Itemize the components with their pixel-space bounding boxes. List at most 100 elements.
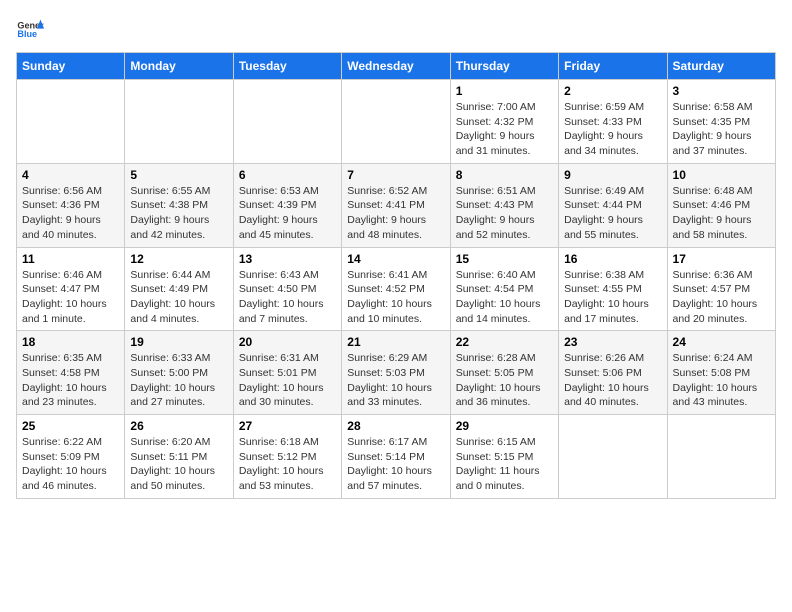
day-info: Sunrise: 6:31 AMSunset: 5:01 PMDaylight:…: [239, 351, 336, 410]
calendar-week-4: 18 Sunrise: 6:35 AMSunset: 4:58 PMDayligh…: [17, 331, 776, 415]
day-info: Sunrise: 6:46 AMSunset: 4:47 PMDaylight:…: [22, 268, 119, 327]
calendar-cell: 20 Sunrise: 6:31 AMSunset: 5:01 PMDayligh…: [233, 331, 341, 415]
day-info: Sunrise: 6:40 AMSunset: 4:54 PMDaylight:…: [456, 268, 553, 327]
svg-text:Blue: Blue: [17, 29, 37, 39]
day-info: Sunrise: 6:26 AMSunset: 5:06 PMDaylight:…: [564, 351, 661, 410]
calendar-cell: [667, 415, 775, 499]
weekday-header-saturday: Saturday: [667, 53, 775, 80]
day-info: Sunrise: 6:28 AMSunset: 5:05 PMDaylight:…: [456, 351, 553, 410]
calendar-week-3: 11Sunrise: 6:46 AMSunset: 4:47 PMDayligh…: [17, 247, 776, 331]
calendar-cell: 1Sunrise: 7:00 AMSunset: 4:32 PMDaylight…: [450, 80, 558, 164]
day-number: 28: [347, 419, 444, 433]
logo-icon: General Blue: [16, 16, 44, 44]
day-info: Sunrise: 6:33 AMSunset: 5:00 PMDaylight:…: [130, 351, 227, 410]
calendar-cell: 27 Sunrise: 6:18 AMSunset: 5:12 PMDayligh…: [233, 415, 341, 499]
calendar-cell: 19 Sunrise: 6:33 AMSunset: 5:00 PMDayligh…: [125, 331, 233, 415]
day-info: Sunrise: 6:51 AMSunset: 4:43 PMDaylight:…: [456, 184, 553, 243]
calendar-cell: [233, 80, 341, 164]
day-info: Sunrise: 6:58 AMSunset: 4:35 PMDaylight:…: [673, 100, 770, 159]
day-number: 24: [673, 335, 770, 349]
day-number: 1: [456, 84, 553, 98]
day-number: 27: [239, 419, 336, 433]
day-info: Sunrise: 6:22 AMSunset: 5:09 PMDaylight:…: [22, 435, 119, 494]
calendar-cell: 15 Sunrise: 6:40 AMSunset: 4:54 PMDayligh…: [450, 247, 558, 331]
day-info: Sunrise: 6:59 AMSunset: 4:33 PMDaylight:…: [564, 100, 661, 159]
day-number: 3: [673, 84, 770, 98]
day-number: 13: [239, 252, 336, 266]
day-info: Sunrise: 6:44 AMSunset: 4:49 PMDaylight:…: [130, 268, 227, 327]
calendar-cell: 11Sunrise: 6:46 AMSunset: 4:47 PMDayligh…: [17, 247, 125, 331]
calendar-cell: 26 Sunrise: 6:20 AMSunset: 5:11 PMDayligh…: [125, 415, 233, 499]
calendar-table: SundayMondayTuesdayWednesdayThursdayFrid…: [16, 52, 776, 499]
day-info: Sunrise: 6:18 AMSunset: 5:12 PMDaylight:…: [239, 435, 336, 494]
day-info: Sunrise: 6:41 AMSunset: 4:52 PMDaylight:…: [347, 268, 444, 327]
calendar-cell: 2 Sunrise: 6:59 AMSunset: 4:33 PMDaylight…: [559, 80, 667, 164]
day-info: Sunrise: 6:24 AMSunset: 5:08 PMDaylight:…: [673, 351, 770, 410]
day-info: Sunrise: 6:20 AMSunset: 5:11 PMDaylight:…: [130, 435, 227, 494]
day-number: 26: [130, 419, 227, 433]
calendar-cell: 17 Sunrise: 6:36 AMSunset: 4:57 PMDayligh…: [667, 247, 775, 331]
calendar-cell: 9 Sunrise: 6:49 AMSunset: 4:44 PMDaylight…: [559, 163, 667, 247]
calendar-cell: 12 Sunrise: 6:44 AMSunset: 4:49 PMDayligh…: [125, 247, 233, 331]
day-number: 9: [564, 168, 661, 182]
day-number: 21: [347, 335, 444, 349]
day-info: Sunrise: 6:53 AMSunset: 4:39 PMDaylight:…: [239, 184, 336, 243]
calendar-cell: 18 Sunrise: 6:35 AMSunset: 4:58 PMDayligh…: [17, 331, 125, 415]
day-number: 23: [564, 335, 661, 349]
day-number: 4: [22, 168, 119, 182]
calendar-cell: 6Sunrise: 6:53 AMSunset: 4:39 PMDaylight…: [233, 163, 341, 247]
calendar-cell: 14 Sunrise: 6:41 AMSunset: 4:52 PMDayligh…: [342, 247, 450, 331]
day-info: Sunrise: 6:15 AMSunset: 5:15 PMDaylight:…: [456, 435, 553, 494]
day-info: Sunrise: 6:36 AMSunset: 4:57 PMDaylight:…: [673, 268, 770, 327]
calendar-cell: [17, 80, 125, 164]
calendar-week-1: 1Sunrise: 7:00 AMSunset: 4:32 PMDaylight…: [17, 80, 776, 164]
page-header: General Blue: [16, 16, 776, 44]
calendar-cell: 23 Sunrise: 6:26 AMSunset: 5:06 PMDayligh…: [559, 331, 667, 415]
day-number: 16: [564, 252, 661, 266]
calendar-cell: 10 Sunrise: 6:48 AMSunset: 4:46 PMDayligh…: [667, 163, 775, 247]
weekday-header-monday: Monday: [125, 53, 233, 80]
day-number: 5: [130, 168, 227, 182]
weekday-header-thursday: Thursday: [450, 53, 558, 80]
weekday-header-row: SundayMondayTuesdayWednesdayThursdayFrid…: [17, 53, 776, 80]
weekday-header-friday: Friday: [559, 53, 667, 80]
weekday-header-tuesday: Tuesday: [233, 53, 341, 80]
day-info: Sunrise: 6:49 AMSunset: 4:44 PMDaylight:…: [564, 184, 661, 243]
day-info: Sunrise: 6:52 AMSunset: 4:41 PMDaylight:…: [347, 184, 444, 243]
day-number: 12: [130, 252, 227, 266]
calendar-week-2: 4 Sunrise: 6:56 AMSunset: 4:36 PMDaylight…: [17, 163, 776, 247]
day-info: Sunrise: 6:35 AMSunset: 4:58 PMDaylight:…: [22, 351, 119, 410]
calendar-cell: 4 Sunrise: 6:56 AMSunset: 4:36 PMDaylight…: [17, 163, 125, 247]
calendar-cell: 13 Sunrise: 6:43 AMSunset: 4:50 PMDayligh…: [233, 247, 341, 331]
calendar-cell: 5Sunrise: 6:55 AMSunset: 4:38 PMDaylight…: [125, 163, 233, 247]
day-info: Sunrise: 6:38 AMSunset: 4:55 PMDaylight:…: [564, 268, 661, 327]
day-number: 18: [22, 335, 119, 349]
day-number: 29: [456, 419, 553, 433]
calendar-cell: [342, 80, 450, 164]
calendar-cell: [125, 80, 233, 164]
day-info: Sunrise: 6:17 AMSunset: 5:14 PMDaylight:…: [347, 435, 444, 494]
calendar-cell: 21Sunrise: 6:29 AMSunset: 5:03 PMDayligh…: [342, 331, 450, 415]
day-info: Sunrise: 6:43 AMSunset: 4:50 PMDaylight:…: [239, 268, 336, 327]
day-info: Sunrise: 6:48 AMSunset: 4:46 PMDaylight:…: [673, 184, 770, 243]
calendar-cell: 22 Sunrise: 6:28 AMSunset: 5:05 PMDayligh…: [450, 331, 558, 415]
calendar-week-5: 25Sunrise: 6:22 AMSunset: 5:09 PMDayligh…: [17, 415, 776, 499]
day-info: Sunrise: 6:56 AMSunset: 4:36 PMDaylight:…: [22, 184, 119, 243]
day-number: 10: [673, 168, 770, 182]
calendar-cell: 29 Sunrise: 6:15 AMSunset: 5:15 PMDayligh…: [450, 415, 558, 499]
day-number: 15: [456, 252, 553, 266]
day-number: 2: [564, 84, 661, 98]
day-number: 14: [347, 252, 444, 266]
calendar-cell: 16 Sunrise: 6:38 AMSunset: 4:55 PMDayligh…: [559, 247, 667, 331]
calendar-cell: [559, 415, 667, 499]
day-number: 8: [456, 168, 553, 182]
calendar-cell: 28 Sunrise: 6:17 AMSunset: 5:14 PMDayligh…: [342, 415, 450, 499]
day-number: 19: [130, 335, 227, 349]
day-number: 7: [347, 168, 444, 182]
calendar-cell: 7 Sunrise: 6:52 AMSunset: 4:41 PMDaylight…: [342, 163, 450, 247]
day-number: 17: [673, 252, 770, 266]
day-number: 22: [456, 335, 553, 349]
weekday-header-sunday: Sunday: [17, 53, 125, 80]
calendar-cell: 3 Sunrise: 6:58 AMSunset: 4:35 PMDaylight…: [667, 80, 775, 164]
day-number: 20: [239, 335, 336, 349]
